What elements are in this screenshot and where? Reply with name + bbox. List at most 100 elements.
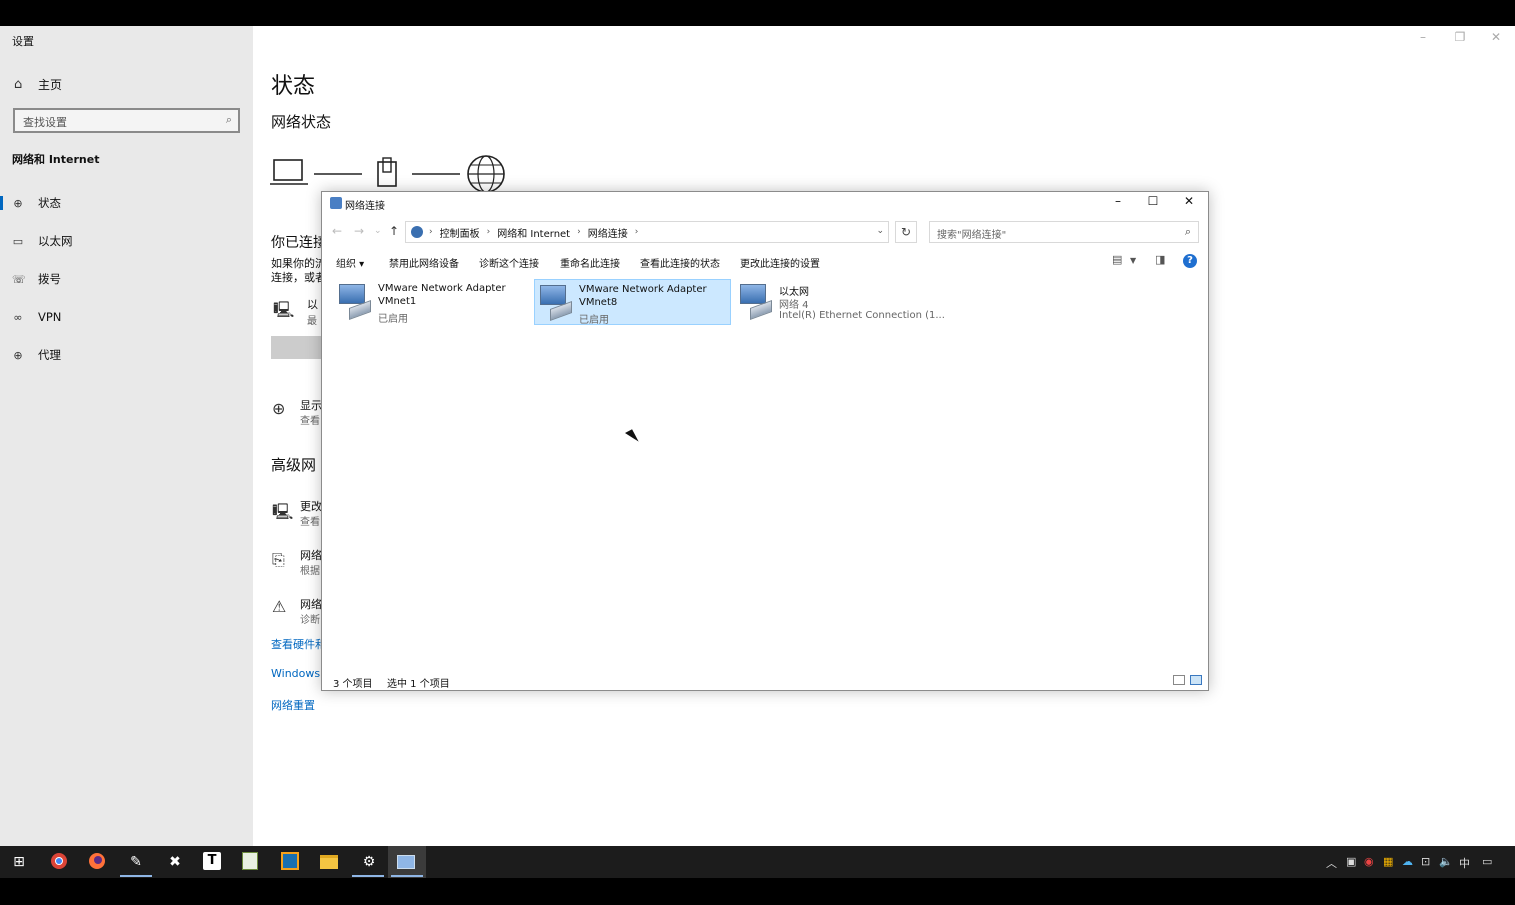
globe-status-icon: ⊕ [272, 399, 286, 418]
item-count: 3 个项目 [333, 679, 373, 690]
proxy-icon: ⊕ [13, 348, 23, 362]
show-networks-sub: 查看 [300, 416, 320, 427]
item-name-2: 网络 4 [779, 300, 809, 311]
refresh-button[interactable]: ↻ [895, 221, 917, 243]
search-icon: ⌕ [1184, 225, 1191, 238]
connection-item-vmnet1[interactable]: VMware Network Adapter VMnet1 已启用 [334, 279, 531, 325]
breadcrumb-item[interactable]: 网络连接 [588, 225, 628, 240]
sidebar-item-label: VPN [38, 310, 62, 324]
ethernet-port-icon [377, 157, 397, 187]
troubleshooter-label[interactable]: 网络 [300, 596, 322, 612]
network-reset-link[interactable]: 网络重置 [271, 697, 315, 713]
change-adapter-label[interactable]: 更改 [300, 498, 322, 514]
minimize-button[interactable]: – [1408, 30, 1438, 44]
cloud-icon[interactable]: ☁ [1402, 855, 1413, 868]
breadcrumb[interactable]: › 控制面板 › 网络和 Internet › 网络连接 › ⌄ [405, 221, 889, 243]
preview-pane-icon[interactable]: ◨ [1155, 253, 1165, 266]
item-name: VMware Network Adapter [378, 283, 506, 294]
window-titlebar[interactable]: 网络连接 – ☐ ✕ [322, 192, 1208, 214]
settings-search-input[interactable]: 查找设置 ⌕ [13, 108, 240, 133]
sidebar-item-dialup[interactable]: ☏ 拨号 [0, 262, 253, 296]
diagnose-button[interactable]: 诊断这个连接 [479, 255, 539, 270]
windows-start-icon[interactable]: ⊞ [9, 852, 29, 872]
details-view-icon[interactable] [1173, 675, 1185, 685]
item-name-2: VMnet1 [378, 296, 417, 307]
sharing-center-sub: 根据 [300, 566, 320, 577]
colorful-tray-icon[interactable]: ▦ [1383, 855, 1393, 868]
item-status: Intel(R) Ethernet Connection (1... [779, 310, 945, 321]
windows-firewall-link[interactable]: Windows [271, 667, 320, 680]
globe-icon [467, 155, 505, 193]
settings-title: 设置 [12, 35, 34, 48]
network-adapter-icon [337, 284, 371, 321]
back-arrow-icon[interactable]: ← [332, 224, 342, 238]
help-icon[interactable]: ? [1183, 254, 1197, 268]
firefox-icon[interactable] [87, 852, 107, 872]
command-bar: 组织 ▾ 禁用此网络设备 诊断这个连接 重命名此连接 查看此连接的状态 更改此连… [322, 250, 1208, 272]
sidebar-item-vpn[interactable]: ∞ VPN [0, 300, 253, 334]
settings-gear-icon[interactable]: ⚙ [359, 852, 379, 872]
hardware-link[interactable]: 查看硬件和 [271, 636, 326, 652]
change-settings-button[interactable]: 更改此连接的设置 [740, 255, 820, 270]
address-bar-row: ← → ⌄ ↑ › 控制面板 › 网络和 Internet › 网络连接 › ⌄… [322, 219, 1208, 245]
ime-indicator[interactable]: 中 [1459, 855, 1470, 871]
breadcrumb-item[interactable]: 网络和 Internet [497, 225, 570, 240]
search-placeholder: 查找设置 [23, 116, 67, 129]
properties-button[interactable] [271, 336, 323, 359]
window-title: 网络连接 [345, 201, 385, 212]
sidebar-item-label: 以太网 [38, 234, 73, 248]
maximize-button[interactable]: ☐ [1138, 194, 1168, 212]
file-explorer-icon[interactable] [320, 852, 340, 872]
volume-icon[interactable]: 🔈 [1439, 855, 1453, 868]
notification-icon[interactable]: ▭ [1482, 855, 1492, 868]
close-button[interactable]: ✕ [1174, 194, 1204, 212]
xshell-icon[interactable]: ✖ [165, 852, 185, 872]
warning-icon: ⚠ [272, 597, 287, 616]
forward-arrow-icon[interactable]: → [354, 224, 364, 238]
network-tray-icon[interactable]: ⊡ [1421, 855, 1430, 868]
up-arrow-icon[interactable]: ↑ [389, 224, 399, 238]
close-button[interactable]: ✕ [1481, 30, 1511, 44]
sidebar-item-proxy[interactable]: ⊕ 代理 [0, 338, 253, 372]
search-icon: ⌕ [225, 113, 232, 126]
notepad-icon[interactable] [242, 852, 262, 872]
connected-heading: 你已连接 [271, 235, 327, 251]
network-status-heading: 网络状态 [271, 113, 332, 131]
sidebar-item-status[interactable]: ⊕ 状态 [0, 186, 253, 220]
organize-button[interactable]: 组织 ▾ [336, 255, 364, 270]
home-nav-item[interactable]: ⌂ 主页 [14, 76, 62, 93]
chevron-down-icon[interactable]: ⌄ [876, 226, 884, 236]
view-status-button[interactable]: 查看此连接的状态 [640, 255, 720, 270]
section-title: 网络和 Internet [12, 153, 100, 166]
sidebar-item-ethernet[interactable]: ▭ 以太网 [0, 224, 253, 258]
chevron-down-icon[interactable]: ▼ [1130, 256, 1136, 265]
chevron-up-icon[interactable]: ︿ [1326, 855, 1337, 871]
network-connections-app-icon[interactable] [397, 852, 417, 872]
record-icon[interactable]: ◉ [1364, 855, 1374, 868]
search-placeholder: 搜索"网络连接" [937, 230, 1007, 241]
sharing-center-label[interactable]: 网络 [300, 547, 322, 563]
typora-icon[interactable]: T [203, 852, 223, 872]
vm-icon[interactable] [281, 852, 301, 872]
connection-name: 以 [307, 298, 318, 311]
recent-dropdown-icon[interactable]: ⌄ [374, 226, 382, 236]
home-icon: ⌂ [14, 77, 23, 92]
minimize-button[interactable]: – [1103, 194, 1133, 212]
show-networks-label[interactable]: 显示 [300, 397, 322, 413]
item-status: 已启用 [378, 314, 408, 325]
search-input[interactable]: 搜索"网络连接" ⌕ [929, 221, 1199, 243]
pc-network-icon: 🖳 [273, 300, 295, 319]
connection-item-ethernet[interactable]: 以太网 网络 4 Intel(R) Ethernet Connection (1… [735, 279, 945, 325]
status-bar: 3 个项目 选中 1 个项目 [322, 672, 1208, 690]
rename-button[interactable]: 重命名此连接 [560, 255, 620, 270]
pen-app-icon[interactable]: ✎ [126, 852, 146, 872]
tiles-view-icon[interactable] [1190, 675, 1202, 685]
restore-button[interactable]: ❐ [1445, 30, 1475, 44]
chrome-icon[interactable] [49, 852, 69, 872]
disable-device-button[interactable]: 禁用此网络设备 [389, 255, 459, 270]
tray-app-icon[interactable]: ▣ [1346, 855, 1356, 868]
change-adapter-sub: 查看 [300, 517, 320, 528]
view-options-icon[interactable]: ▤ [1112, 253, 1122, 266]
breadcrumb-item[interactable]: 控制面板 [440, 225, 480, 240]
connection-item-vmnet8[interactable]: VMware Network Adapter VMnet8 已启用 [534, 279, 731, 326]
